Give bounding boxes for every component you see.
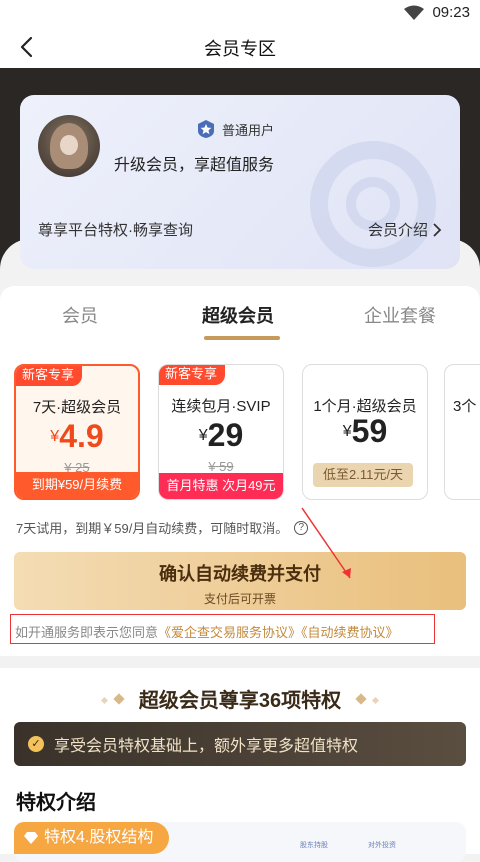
plan-card-1month[interactable]: 1个月·超级会员 ¥59 低至2.11元/天 [302, 364, 428, 500]
plan-price: ¥29 [198, 417, 244, 453]
agreement-text: 如开通服务即表示您同意《爱企查交易服务协议》《自动续费协议》 [15, 625, 399, 640]
mini-tab-investments: 对外投资 [368, 842, 396, 849]
feature-tag: 特权4.股权结构 [14, 822, 170, 854]
pay-button-sublabel: 支付后可开票 [203, 592, 276, 606]
check-badge-icon: ✓ [28, 736, 44, 752]
active-tab-indicator [204, 336, 280, 340]
diamond-icon [24, 832, 38, 844]
plan-name: 3个 [453, 398, 477, 415]
wifi-icon [404, 5, 424, 20]
status-time: 09:23 [432, 4, 470, 21]
plan-footer: 到期¥59/月续费 [16, 472, 138, 498]
plan-footer: 低至2.11元/天 [313, 463, 413, 487]
level-label: 普通用户 [222, 122, 275, 138]
plan-card-partial[interactable]: 3个 [444, 364, 480, 500]
page-title: 会员专区 [204, 39, 276, 59]
upgrade-text: 升级会员，享超值服务 [114, 157, 275, 174]
member-card: 普通用户 升级会员，享超值服务 尊享平台特权·畅享查询 会员介绍 [20, 95, 460, 269]
level-badge: 普通用户 [196, 119, 274, 139]
tab-member[interactable]: 会员 [62, 302, 98, 328]
plan-name: 7天·超级会员 [32, 399, 122, 416]
pay-button-label: 确认自动续费并支付 [159, 564, 321, 584]
help-icon[interactable]: ? [294, 520, 309, 535]
star-badge-icon [198, 120, 214, 138]
member-intro-label: 会员介绍 [367, 222, 428, 239]
card-subtitle: 尊享平台特权·畅享查询 [38, 222, 193, 239]
trial-notice: 7天试用，到期￥59/月自动续费，可随时取消。 ? [16, 518, 309, 537]
mini-tab-shareholders: 股东持股 [300, 842, 328, 849]
plan-tabs: 会员 超级会员 企业套餐 [0, 286, 480, 342]
plan-card-monthly-svip[interactable]: 新客专享 连续包月·SVIP ¥29 ¥ 59 首月特惠 次月49元 [158, 364, 284, 500]
banner-text: 享受会员特权基础上，额外享更多超值特权 [54, 738, 359, 755]
plan-tag: 新客专享 [16, 366, 83, 386]
plan-tag: 新客专享 [159, 365, 226, 385]
plan-name: 连续包月·SVIP [171, 398, 271, 415]
service-agreement-link[interactable]: 《爱企查交易服务协议》 [158, 625, 301, 640]
intro-title: 特权介绍 [16, 792, 96, 814]
auto-renew-agreement-link[interactable]: 《自动续费协议》 [301, 625, 399, 640]
app-header: 会员专区 [0, 26, 480, 68]
card-decoration-icon [310, 141, 436, 267]
tab-super-member[interactable]: 超级会员 [202, 302, 274, 328]
plan-price: ¥4.9 [50, 418, 104, 454]
privileges-banner: ✓ 享受会员特权基础上，额外享更多超值特权 [14, 722, 466, 766]
purchase-panel: 会员 超级会员 企业套餐 新客专享 7天·超级会员 ¥4.9 ¥ 25 到期¥5… [0, 286, 480, 656]
privileges-title: 超级会员尊享36项特权 [0, 684, 480, 713]
feature-mini-tabs: 股东持股 对外投资 [300, 840, 396, 850]
plan-list: 新客专享 7天·超级会员 ¥4.9 ¥ 25 到期¥59/月续费 新客专享 连续… [14, 350, 480, 504]
status-bar: 09:23 [0, 0, 480, 26]
tab-enterprise[interactable]: 企业套餐 [364, 302, 436, 328]
plan-price: ¥59 [342, 413, 388, 449]
member-intro-link[interactable]: 会员介绍 [368, 219, 442, 240]
confirm-pay-button[interactable]: 确认自动续费并支付 支付后可开票 [14, 552, 466, 610]
agreement-highlight: 如开通服务即表示您同意《爱企查交易服务协议》《自动续费协议》 [10, 614, 435, 644]
plan-footer: 首月特惠 次月49元 [159, 473, 283, 499]
privileges-section: 超级会员尊享36项特权 ✓ 享受会员特权基础上，额外享更多超值特权 特权介绍 特… [0, 668, 480, 862]
plan-card-7day[interactable]: 新客专享 7天·超级会员 ¥4.9 ¥ 25 到期¥59/月续费 [14, 364, 140, 500]
trial-text: 7天试用，到期￥59/月自动续费，可随时取消。 [16, 521, 289, 536]
plan-original-price: ¥ 59 [208, 459, 234, 474]
chevron-right-icon [433, 222, 442, 237]
avatar[interactable] [38, 115, 100, 177]
